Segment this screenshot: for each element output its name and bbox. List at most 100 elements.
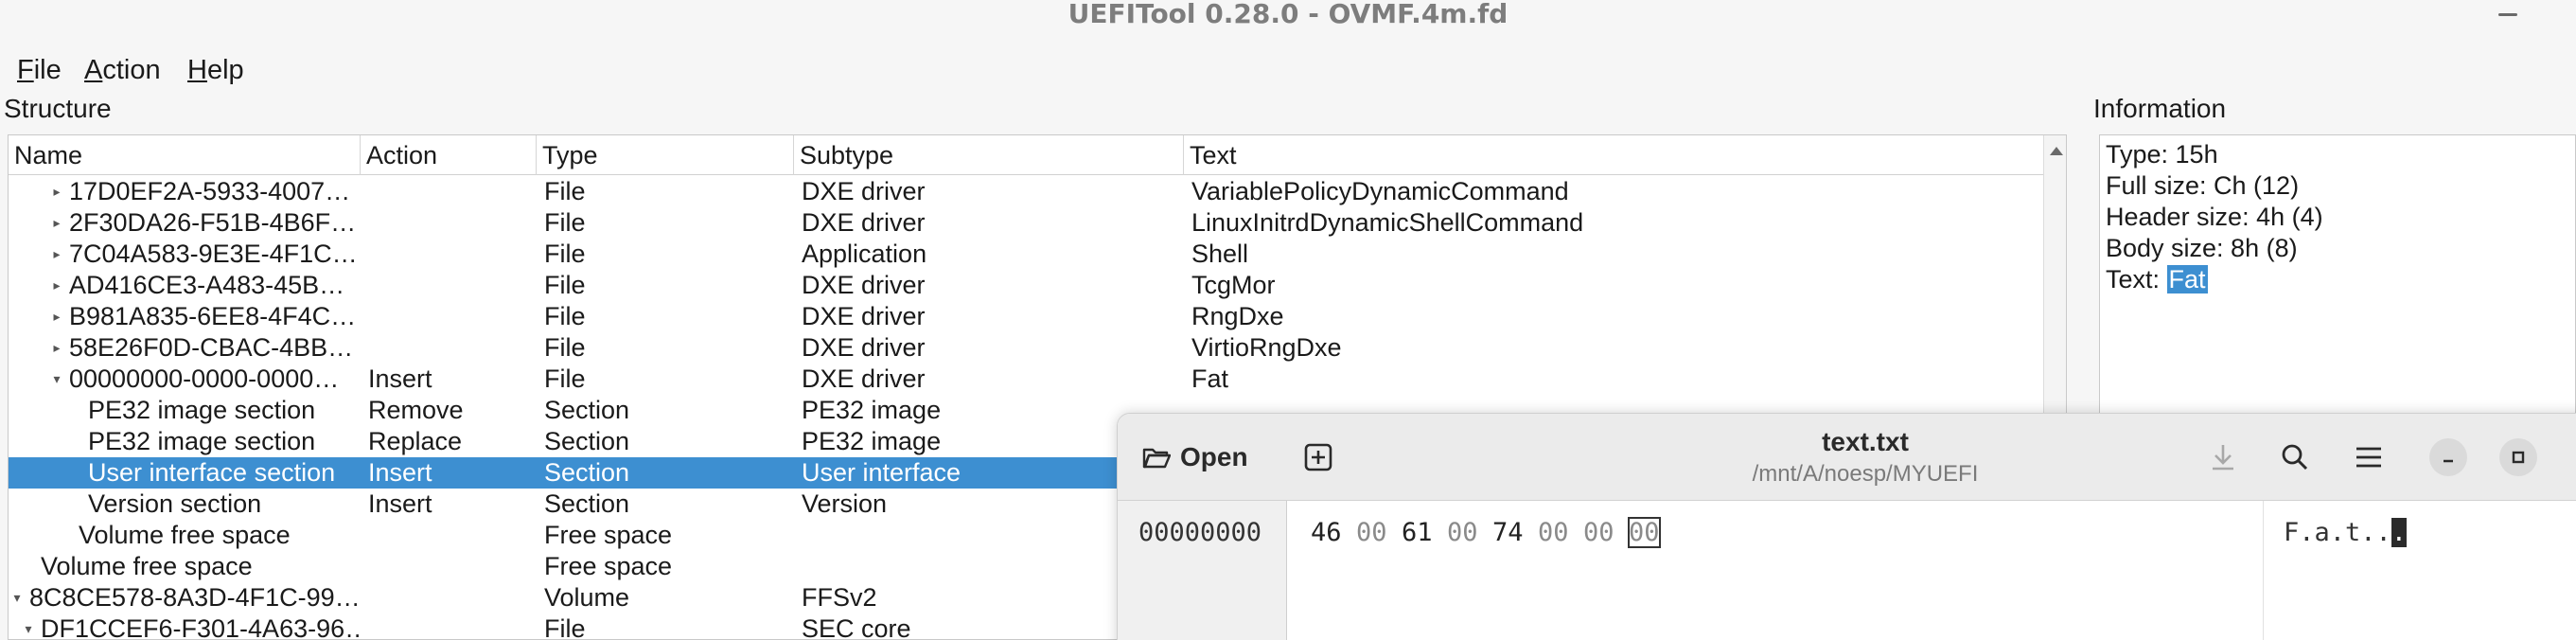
tree-row[interactable]: ▸ B981A835-6EE8-4F4C… File DXE driver RngDxe <box>9 301 2043 332</box>
column-header-action[interactable]: Action <box>361 135 537 175</box>
document-path: /mnt/A/noesp/MYUEFI <box>1752 461 1979 487</box>
tree-row[interactable]: ▸ 7C04A583-9E3E-4F1C… File Application Shell <box>9 239 2043 270</box>
folder-open-icon <box>1142 448 1171 469</box>
column-header-subtype[interactable]: Subtype <box>794 135 1184 175</box>
row-name: B981A835-6EE8-4F4C… <box>69 302 357 330</box>
cell-subtype: DXE driver <box>802 177 926 205</box>
cell-name: ▸ B981A835-6EE8-4F4C… <box>9 301 361 332</box>
cell-name: Volume free space <box>9 551 361 582</box>
expanded-arrow-icon[interactable]: ▾ <box>10 582 24 613</box>
minimize-icon[interactable] <box>2491 4 2525 30</box>
ascii-cursor: . <box>2391 518 2408 547</box>
cell-name: ▾ 00000000-0000-0000… <box>9 364 361 395</box>
cell-type: Volume <box>544 583 630 612</box>
column-header-type[interactable]: Type <box>537 135 794 175</box>
cell-name: ▸ 7C04A583-9E3E-4F1C… <box>9 239 361 270</box>
save-button[interactable] <box>2202 436 2244 478</box>
cell-text: LinuxInitrdDynamicShellCommand <box>1191 208 1584 237</box>
row-name: Volume free space <box>41 552 253 580</box>
cell-subtype: DXE driver <box>802 333 926 362</box>
cell-subtype: DXE driver <box>802 302 926 330</box>
hex-byte[interactable]: 00 <box>1447 518 1478 547</box>
ascii-divider <box>2263 501 2264 640</box>
cell-action <box>361 301 537 332</box>
cell-type: File <box>544 208 586 237</box>
hex-view[interactable]: 00000000 46 00 61 00 74 00 00 00 F.a.t... <box>1118 501 2576 640</box>
cell-type: File <box>544 271 586 299</box>
cell-type: File <box>544 333 586 362</box>
hex-byte[interactable]: 61 <box>1402 518 1433 547</box>
collapsed-arrow-icon[interactable]: ▸ <box>50 332 63 364</box>
cell-type: Section <box>544 427 630 455</box>
tree-row[interactable]: ▸ 58E26F0D-CBAC-4BB… File DXE driver VirtioR… <box>9 332 2043 364</box>
cell-action <box>361 582 537 613</box>
hex-byte[interactable]: 74 <box>1492 518 1524 547</box>
expanded-arrow-icon[interactable]: ▾ <box>50 364 63 395</box>
hex-bytes[interactable]: 46 00 61 00 74 00 00 00 <box>1311 517 1674 548</box>
offset-column: 00000000 <box>1118 501 1287 640</box>
hex-editor-window[interactable]: Open text.txt /mnt/A/noesp/MYUEFI 000000… <box>1117 413 2576 640</box>
main-menu-button[interactable] <box>2348 436 2390 478</box>
window-title: UEFITool 0.28.0 - OVMF.4m.fd <box>1067 0 1509 29</box>
menu-help[interactable]: Help <box>187 49 244 91</box>
cell-type: Free space <box>544 521 673 549</box>
hex-byte[interactable]: 00 <box>1538 518 1569 547</box>
search-icon <box>2282 444 2308 471</box>
cell-action: Replace <box>368 427 463 455</box>
hex-maximize-button[interactable] <box>2499 438 2537 476</box>
cell-subtype: Application <box>802 240 927 268</box>
cell-subtype: DXE driver <box>802 364 926 393</box>
info-text-value[interactable]: Fat <box>2166 265 2208 293</box>
cell-name: ▸ 58E26F0D-CBAC-4BB… <box>9 332 361 364</box>
hex-minimize-button[interactable] <box>2429 438 2467 476</box>
tree-row[interactable]: ▸ AD416CE3-A483-45B… File DXE driver TcgMor <box>9 270 2043 301</box>
row-name: PE32 image section <box>88 396 316 424</box>
menu-action[interactable]: Action <box>84 49 161 91</box>
column-header-name[interactable]: Name <box>9 135 361 175</box>
cell-type: Section <box>544 458 630 487</box>
cell-type: File <box>544 240 586 268</box>
row-name: DF1CCEF6-F301-4A63-96… <box>41 614 361 640</box>
row-name: 17D0EF2A-5933-4007… <box>69 177 351 205</box>
tree-row[interactable]: ▸ 17D0EF2A-5933-4007… File DXE driver Variab… <box>9 176 2043 207</box>
cell-name: PE32 image section <box>9 395 361 426</box>
column-header-text[interactable]: Text <box>1184 135 2043 175</box>
row-name: User interface section <box>88 458 336 487</box>
open-button[interactable]: Open <box>1129 436 1262 478</box>
row-name: 2F30DA26-F51B-4B6F… <box>69 208 357 237</box>
title-bar: UEFITool 0.28.0 - OVMF.4m.fd <box>0 0 2576 38</box>
tree-row[interactable]: ▾ 00000000-0000-0000… Insert File DXE driver… <box>9 364 2043 395</box>
open-button-label: Open <box>1180 442 1248 471</box>
info-type: Type: 15h <box>2106 140 2218 169</box>
hex-byte[interactable]: 46 <box>1311 518 1342 547</box>
tree-row[interactable]: ▸ 2F30DA26-F51B-4B6F… File DXE driver LinuxI… <box>9 207 2043 239</box>
search-button[interactable] <box>2274 436 2316 478</box>
collapsed-arrow-icon[interactable]: ▸ <box>50 270 63 301</box>
cell-text: Shell <box>1191 240 1249 268</box>
new-tab-button[interactable] <box>1297 436 1339 478</box>
document-title: text.txt <box>1822 427 1909 456</box>
download-icon <box>2213 445 2233 471</box>
information-label: Information <box>2093 94 2227 123</box>
cell-type: Free space <box>544 552 673 580</box>
scroll-up-icon[interactable] <box>2050 147 2063 155</box>
collapsed-arrow-icon[interactable]: ▸ <box>50 301 63 332</box>
collapsed-arrow-icon[interactable]: ▸ <box>50 207 63 239</box>
menu-file[interactable]: File <box>17 49 62 91</box>
maximize-icon <box>2512 451 2525 464</box>
hex-byte-cursor[interactable]: 00 <box>1628 517 1661 548</box>
cell-action <box>361 239 537 270</box>
cell-action: Insert <box>368 364 432 393</box>
ascii-column[interactable]: F.a.t... <box>2284 518 2408 547</box>
expanded-arrow-icon[interactable]: ▾ <box>22 613 35 639</box>
collapsed-arrow-icon[interactable]: ▸ <box>50 176 63 207</box>
hex-byte[interactable]: 00 <box>1583 518 1614 547</box>
cell-type: Section <box>544 396 630 424</box>
collapsed-arrow-icon[interactable]: ▸ <box>50 239 63 270</box>
cell-action <box>361 551 537 582</box>
cell-action <box>361 207 537 239</box>
hex-byte[interactable]: 00 <box>1356 518 1387 547</box>
cell-action <box>361 270 537 301</box>
cell-action <box>361 176 537 207</box>
cell-name: ▸ 2F30DA26-F51B-4B6F… <box>9 207 361 239</box>
